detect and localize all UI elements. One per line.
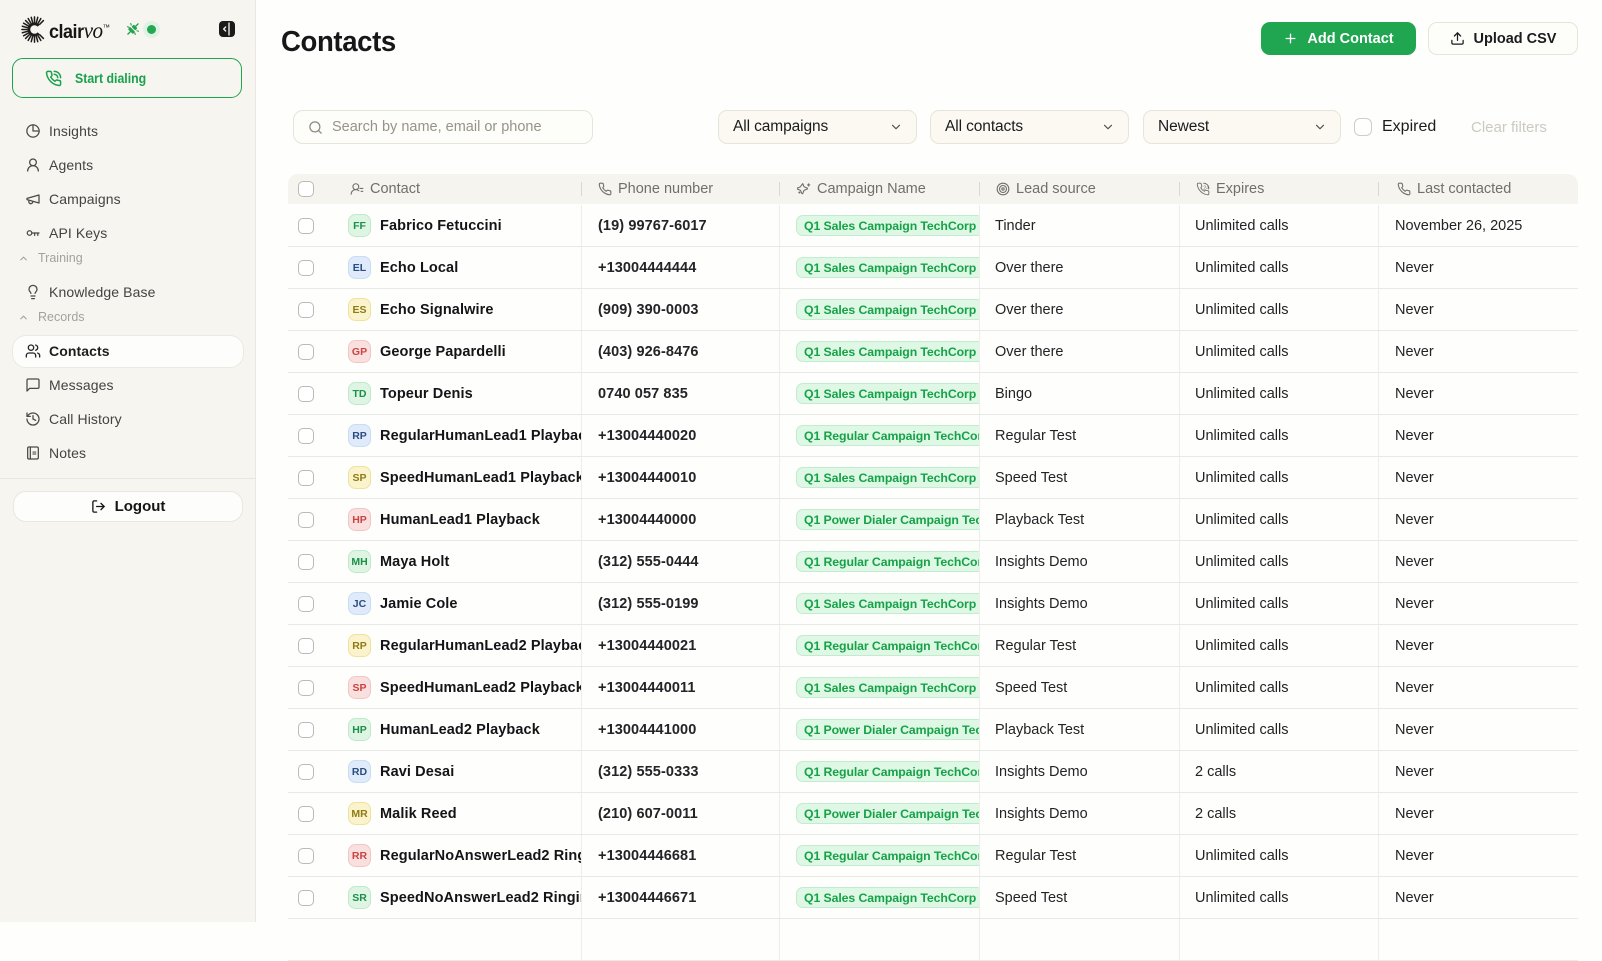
svg-text:24: 24 [1203, 185, 1209, 191]
